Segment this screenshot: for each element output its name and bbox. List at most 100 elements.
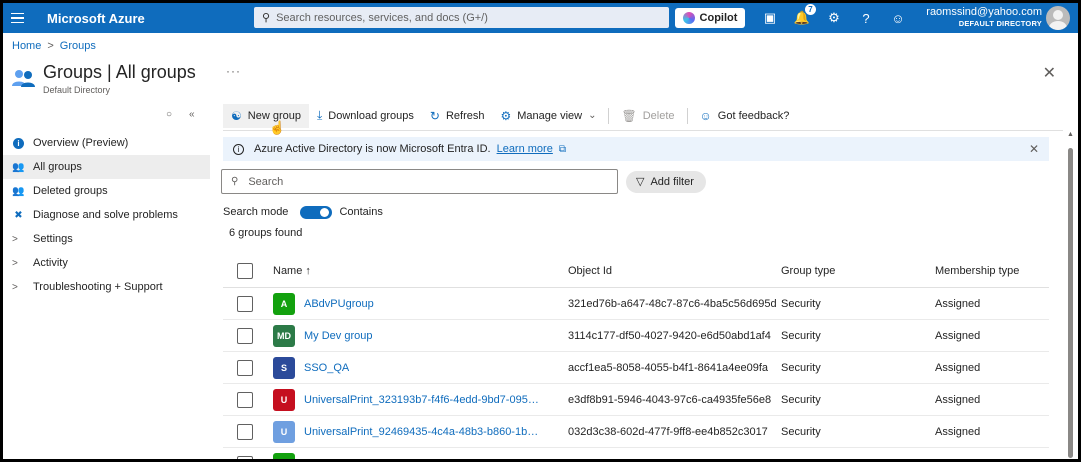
column-header-membership-type[interactable]: Membership type xyxy=(935,265,1035,277)
group-name-link[interactable]: UniversalPrint_323193b7-f4f6-4edd-9bd7-0… xyxy=(304,394,544,406)
group-avatar: A xyxy=(273,292,295,315)
table-body: A ABdvPUgroup 321ed76b-a647-48c7-87c6-4ba5… xyxy=(223,288,1049,460)
column-header-name[interactable]: Name ↑ xyxy=(273,265,568,277)
chevron-right-icon: > xyxy=(12,281,18,293)
column-header-group-type[interactable]: Group type xyxy=(781,265,935,277)
page-title: Groups | All groups xyxy=(43,62,196,82)
sidebar-item-diagnose[interactable]: ✖ Diagnose and solve problems xyxy=(3,203,210,227)
sidebar-item-deleted-groups[interactable]: 👥 Deleted groups xyxy=(3,179,210,203)
group-name-cell: S SSO_QA xyxy=(273,356,568,379)
collapse-sidebar-icon[interactable]: « xyxy=(189,109,195,120)
manage-view-label: Manage view xyxy=(517,109,583,122)
sidebar-item-label: Diagnose and solve problems xyxy=(33,209,178,221)
sidebar-item-label: Deleted groups xyxy=(33,185,108,197)
brand-title[interactable]: Microsoft Azure xyxy=(47,11,145,26)
chevron-down-icon: ⌄ xyxy=(588,110,597,121)
table-row: U UniversalPrint_92469435-4c4a-48b3-b860-… xyxy=(223,416,1049,448)
search-mode-label: Search mode xyxy=(223,206,289,218)
menu-icon[interactable] xyxy=(11,12,31,24)
search-placeholder: Search xyxy=(248,175,284,188)
vertical-scrollbar[interactable]: ▲ xyxy=(1065,131,1075,459)
breadcrumb-separator: > xyxy=(47,40,54,52)
search-mode-toggle[interactable] xyxy=(300,205,333,219)
delete-button[interactable]: 🗑 Delete xyxy=(613,104,682,128)
settings-gear-icon[interactable]: ⚙ xyxy=(825,9,843,27)
sidebar: i Overview (Preview) 👥 All groups 👥 Dele… xyxy=(3,131,210,299)
sidebar-controls: ○ « xyxy=(166,109,195,120)
row-checkbox[interactable] xyxy=(237,423,253,440)
command-bar: ☯ New group ⤓ Download groups ↻ Refresh … xyxy=(223,101,1063,135)
sidebar-item-troubleshooting[interactable]: > Troubleshooting + Support xyxy=(3,275,210,299)
group-name-link[interactable]: ABdvPUgroup xyxy=(304,298,374,310)
group-type-cell: Security xyxy=(781,329,821,342)
global-search-placeholder: Search resources, services, and docs (G+… xyxy=(276,11,488,24)
info-icon: i xyxy=(12,137,25,150)
account-info[interactable]: raomssind@yahoo.com DEFAULT DIRECTORY xyxy=(926,6,1042,28)
dismiss-banner-icon[interactable]: ✕ xyxy=(1029,142,1039,156)
notifications-icon[interactable]: 🔔 7 xyxy=(793,4,816,27)
sidebar-item-label: All groups xyxy=(33,161,82,173)
download-groups-button[interactable]: ⤓ Download groups xyxy=(309,104,422,128)
group-avatar: U xyxy=(273,452,295,459)
download-groups-label: Download groups xyxy=(328,109,414,122)
sidebar-item-label: Troubleshooting + Support xyxy=(33,281,163,293)
membership-type-cell: Assigned xyxy=(935,458,1035,460)
breadcrumb: Home > Groups xyxy=(12,40,96,52)
group-type-cell: Security xyxy=(781,297,821,310)
help-icon[interactable]: ? xyxy=(857,9,875,27)
cloud-shell-icon[interactable]: ▣ xyxy=(761,9,779,27)
group-name-link[interactable]: UniversalPrint_92469435-4c4a-48b3-b860-1… xyxy=(304,426,544,438)
account-email: raomssind@yahoo.com xyxy=(926,6,1042,18)
feedback-icon[interactable]: ☺ xyxy=(889,9,907,27)
add-filter-button[interactable]: ▽ Add filter xyxy=(626,170,706,193)
group-name-link[interactable]: SSO_QA xyxy=(304,362,349,374)
main-content: ☯ New group ⤓ Download groups ↻ Refresh … xyxy=(221,101,1063,460)
group-name-cell: U UniversalPrint_92469435-4c4a-48b3-b860-… xyxy=(273,420,568,443)
scrollbar-thumb[interactable] xyxy=(1068,148,1073,458)
close-icon[interactable]: ✕ xyxy=(1043,63,1056,83)
search-icon: ⚲ xyxy=(262,12,271,24)
sidebar-item-overview[interactable]: i Overview (Preview) xyxy=(3,131,210,155)
top-bar: Microsoft Azure ⚲ Search resources, serv… xyxy=(3,3,1078,33)
row-checkbox[interactable] xyxy=(237,455,253,459)
group-avatar: U xyxy=(273,388,295,411)
row-checkbox[interactable] xyxy=(237,327,253,344)
manage-view-button[interactable]: ⚙ Manage view ⌄ xyxy=(493,104,605,128)
more-options-icon[interactable]: ··· xyxy=(226,64,241,78)
learn-more-link[interactable]: Learn more xyxy=(497,143,553,155)
new-group-button[interactable]: ☯ New group xyxy=(223,103,309,128)
copilot-button[interactable]: Copilot xyxy=(675,8,745,28)
copilot-icon xyxy=(682,12,695,24)
page-subtitle: Default Directory xyxy=(43,85,111,95)
group-name-cell: A ABdvPUgroup xyxy=(273,292,568,315)
select-all-checkbox[interactable] xyxy=(237,262,253,279)
sidebar-item-activity[interactable]: > Activity xyxy=(3,251,210,275)
breadcrumb-home[interactable]: Home xyxy=(12,40,41,52)
group-avatar: MD xyxy=(273,324,295,347)
account-directory: DEFAULT DIRECTORY xyxy=(958,19,1042,28)
banner-text: Azure Active Directory is now Microsoft … xyxy=(254,143,491,155)
pin-icon[interactable]: ○ xyxy=(166,109,172,120)
avatar[interactable] xyxy=(1046,6,1070,30)
column-header-object-id[interactable]: Object Id xyxy=(568,265,781,277)
object-id-cell: accf1ea5-8058-4055-b4f1-8641a4ee09fa xyxy=(568,361,768,374)
group-name-link[interactable]: My Dev group xyxy=(304,330,372,342)
info-banner: i Azure Active Directory is now Microsof… xyxy=(223,137,1049,161)
row-checkbox[interactable] xyxy=(237,391,253,408)
sidebar-item-label: Overview (Preview) xyxy=(33,137,129,149)
global-search-input[interactable]: ⚲ Search resources, services, and docs (… xyxy=(254,7,669,28)
refresh-button[interactable]: ↻ Refresh xyxy=(422,104,493,128)
breadcrumb-groups[interactable]: Groups xyxy=(60,40,96,52)
group-name-link[interactable]: UniversalPrint_de334277-3399-4e90-98c9-a… xyxy=(304,458,544,460)
copilot-label: Copilot xyxy=(699,12,738,24)
table-row: U UniversalPrint_323193b7-f4f6-4edd-9bd7-… xyxy=(223,384,1049,416)
feedback-button[interactable]: ☺ Got feedback? xyxy=(692,104,798,128)
search-input[interactable]: ⚲ Search xyxy=(221,169,618,194)
sidebar-item-settings[interactable]: > Settings xyxy=(3,227,210,251)
row-checkbox[interactable] xyxy=(237,295,253,312)
groups-icon xyxy=(12,70,35,87)
table-header-row: Name ↑ Object Id Group type Membership t… xyxy=(223,254,1049,288)
sidebar-item-all-groups[interactable]: 👥 All groups xyxy=(3,155,210,179)
scroll-up-icon[interactable]: ▲ xyxy=(1067,131,1074,138)
row-checkbox[interactable] xyxy=(237,359,253,376)
